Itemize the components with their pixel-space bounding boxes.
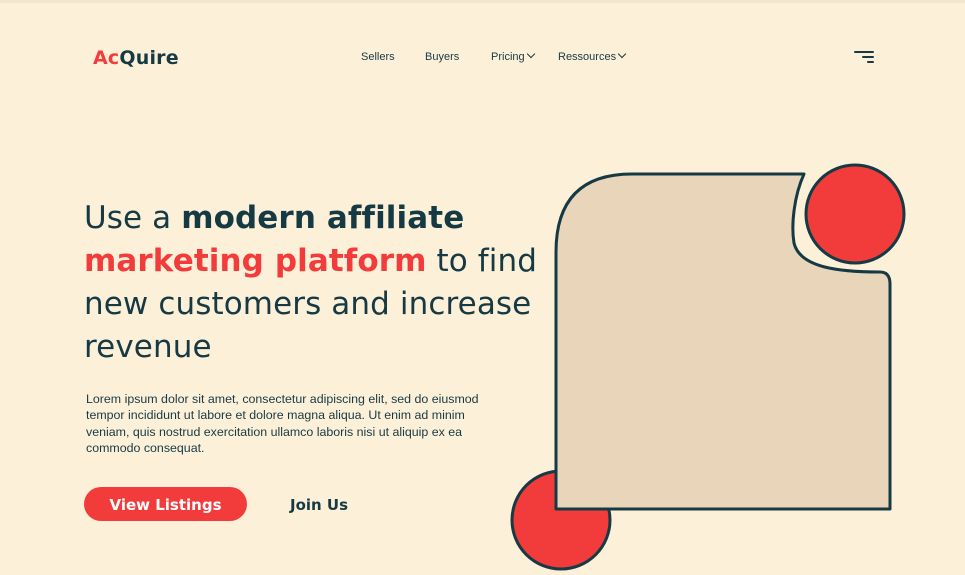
nav-item-label: Buyers [425, 51, 460, 63]
hero-headline: Use a modern affiliate marketing platfor… [84, 197, 554, 369]
headline-text: Use a [84, 200, 182, 236]
nav-item-buyers[interactable]: Buyers [425, 50, 459, 64]
nav-item-label: Ressources [558, 51, 617, 63]
nav-item-label: Sellers [361, 51, 395, 63]
logo[interactable]: AcQuire [93, 45, 179, 71]
hero-illustration [510, 163, 906, 571]
nav-item-pricing[interactable]: Pricing [491, 49, 535, 64]
nav-item-ressources[interactable]: Ressources [558, 49, 627, 64]
headline-accent-text: marketing platform [84, 243, 427, 279]
chevron-down-icon [617, 49, 627, 59]
red-circle-top [804, 163, 906, 265]
nav-item-sellers[interactable]: Sellers [361, 50, 395, 64]
chevron-down-icon [526, 49, 535, 59]
hamburger-menu-icon[interactable] [854, 51, 874, 63]
headline-bold-text: modern affiliate [181, 200, 465, 236]
nav-item-label: Pricing [491, 51, 525, 63]
join-us-button[interactable]: Join Us [290, 494, 348, 516]
view-listings-button[interactable]: View Listings [84, 487, 247, 521]
top-border [0, 0, 965, 3]
hero-description: Lorem ipsum dolor sit amet, consectetur … [86, 392, 479, 456]
logo-accent-text: Ac [93, 47, 120, 69]
logo-text: Quire [119, 47, 179, 69]
